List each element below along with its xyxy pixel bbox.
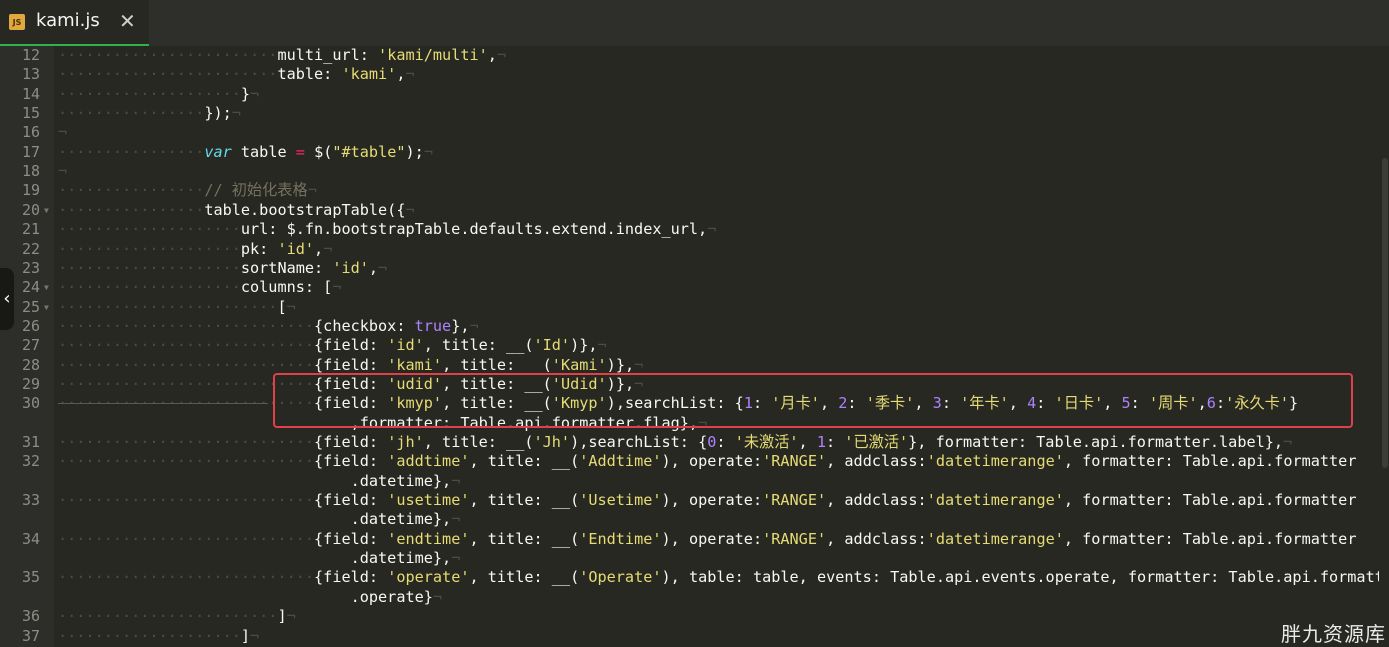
code-line: ····························{field: 'use… — [58, 491, 1357, 510]
tab-bar: JS kami.js ✕ — [0, 0, 1389, 46]
code-line: ····················sortName: 'id',¬ — [58, 258, 388, 277]
line-number: 17 — [21, 142, 40, 161]
code-line: .datetime},¬ — [58, 549, 461, 568]
tab-title: kami.js — [36, 10, 100, 31]
line-number: 30 — [21, 394, 40, 413]
line-number — [0, 588, 40, 607]
code-line: ····················url: $.fn.bootstrapT… — [58, 220, 717, 239]
code-line: ························[¬ — [58, 297, 296, 316]
tab-kami-js[interactable]: JS kami.js ✕ — [0, 0, 149, 46]
line-number — [0, 414, 40, 433]
annotation-highlight-box — [273, 373, 1353, 428]
fold-arrow-icon[interactable]: ▼ — [44, 278, 49, 297]
code-editor[interactable]: 12 13 14 15 16 17 18 19 20 ▼ 21 22 23 24 ▼ 25 ▼ 26 27 28 29 3… — [0, 46, 1389, 647]
fold-arrow-icon[interactable]: ▼ — [44, 201, 49, 220]
line-number: 31 — [21, 433, 40, 451]
code-line: ····························{field: 'id'… — [58, 336, 607, 355]
code-line: ························table: 'kami',¬ — [58, 65, 415, 84]
code-line: ····················}¬ — [58, 84, 260, 103]
fold-arrow-icon[interactable]: ▼ — [44, 298, 49, 317]
line-number: 27 — [21, 336, 40, 355]
line-number — [0, 549, 40, 568]
code-line: ····························{field: 'ope… — [58, 568, 1389, 587]
code-line: .operate}¬ — [58, 587, 443, 606]
line-number: 32 — [21, 452, 40, 471]
line-number: 19 — [21, 181, 40, 200]
current-line-indicator — [58, 403, 268, 404]
line-number: 22 — [21, 239, 40, 258]
line-number — [0, 472, 40, 491]
code-line: ················});¬ — [58, 104, 241, 123]
line-number: 14 — [21, 84, 40, 103]
code-line: .datetime},¬ — [58, 471, 461, 490]
js-file-icon: JS — [9, 14, 25, 30]
code-line: ····························{checkbox: t… — [58, 316, 479, 335]
code-line: ····················columns: [¬ — [58, 278, 342, 297]
code-line: ····························{field: 'jh'… — [58, 433, 1293, 451]
line-number: 35 — [21, 568, 40, 587]
line-number: 36 — [21, 607, 40, 626]
line-number — [0, 510, 40, 529]
code-line: ····················]¬ — [58, 626, 260, 645]
code-line: ························multi_url: 'kami… — [58, 46, 507, 64]
line-number: 20 — [21, 200, 40, 219]
code-line: ····························{field: 'kam… — [58, 355, 644, 374]
code-line: ····················pk: 'id',¬ — [58, 239, 333, 258]
code-line: ························]¬ — [58, 607, 296, 626]
code-line: ¬ — [58, 162, 68, 181]
line-number: 16 — [21, 123, 40, 142]
code-line: ····························{field: 'add… — [58, 452, 1357, 471]
code-line: ¬ — [58, 123, 68, 142]
line-number: 28 — [21, 355, 40, 374]
watermark-text: 胖九资源库 — [1281, 622, 1386, 646]
line-number: 18 — [21, 162, 40, 181]
scrollbar-thumb[interactable] — [1382, 158, 1388, 468]
code-line: .datetime},¬ — [58, 510, 461, 529]
line-number: 33 — [21, 491, 40, 510]
code-line: ················// 初始化表格¬ — [58, 181, 317, 200]
close-icon[interactable]: ✕ — [119, 9, 136, 33]
code-line: ····························{field: 'end… — [58, 529, 1357, 548]
line-number: 12 — [21, 46, 40, 64]
line-number: 21 — [21, 220, 40, 239]
line-number: 34 — [21, 529, 40, 548]
line-number: 29 — [21, 374, 40, 393]
chevron-left-icon[interactable]: ‹ — [0, 268, 14, 330]
code-line: ················var table = $("#table");… — [58, 142, 433, 161]
line-number-gutter: 12 13 14 15 16 17 18 19 20 ▼ 21 22 23 24 ▼ 25 ▼ 26 27 28 29 3… — [0, 46, 54, 647]
line-number: 15 — [21, 104, 40, 123]
line-number: 13 — [21, 65, 40, 84]
line-number: 37 — [21, 626, 40, 645]
code-line: ················table.bootstrapTable({¬ — [58, 200, 415, 219]
